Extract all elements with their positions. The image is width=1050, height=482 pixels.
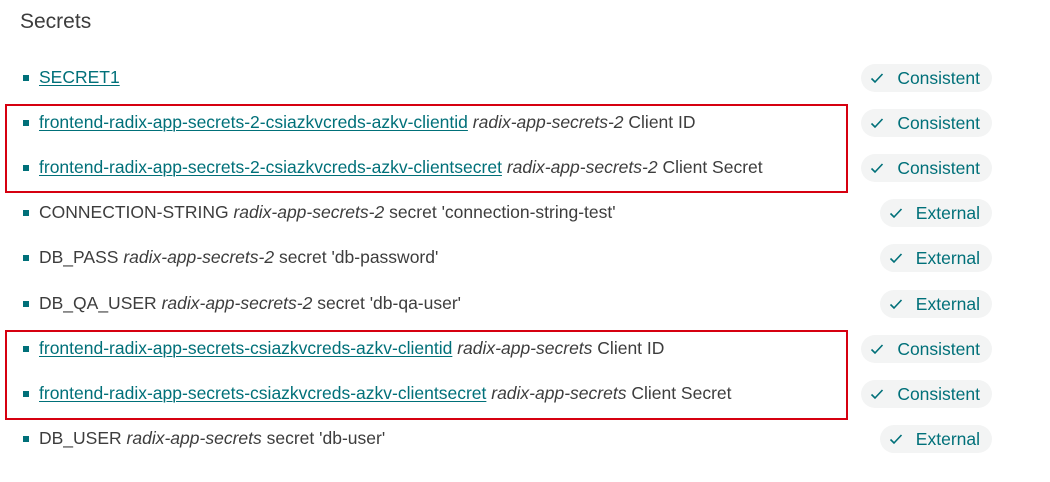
bullet-icon xyxy=(23,210,29,216)
secret-type: secret 'db-qa-user' xyxy=(317,293,462,313)
status-label: External xyxy=(915,202,980,223)
bullet-icon xyxy=(23,301,29,307)
check-icon xyxy=(871,73,884,84)
bullet-icon xyxy=(23,346,29,352)
secrets-title: Secrets xyxy=(20,10,92,33)
status-label: External xyxy=(915,293,980,314)
check-icon xyxy=(889,208,902,219)
secret-link[interactable]: frontend-radix-app-secrets-2-csiazkvcred… xyxy=(39,157,502,177)
secret-link[interactable]: SECRET1 xyxy=(39,67,120,87)
bullet-icon xyxy=(23,165,29,171)
secret-type: secret 'db-password' xyxy=(278,247,439,267)
bullet-icon xyxy=(23,75,29,81)
status-badge: External xyxy=(879,244,992,272)
check-icon xyxy=(871,389,884,400)
secret-link[interactable]: frontend-radix-app-secrets-2-csiazkvcred… xyxy=(39,112,468,132)
secret-source: radix-app-secrets-2 xyxy=(161,293,313,313)
status-badge: Consistent xyxy=(861,335,992,363)
secret-row: SECRET1 Consistent xyxy=(0,61,1050,95)
status-label: External xyxy=(915,247,980,268)
status-badge: Consistent xyxy=(861,380,992,408)
secret-link[interactable]: frontend-radix-app-secrets-csiazkvcreds-… xyxy=(39,383,486,403)
status-label: Consistent xyxy=(897,383,980,404)
status-label: Consistent xyxy=(897,67,980,88)
check-icon xyxy=(871,344,884,355)
secret-row: DB_QA_USER radix-app-secrets-2 secret 'd… xyxy=(0,287,1050,321)
secret-row: DB_PASS radix-app-secrets-2 secret 'db-p… xyxy=(0,241,1050,275)
status-badge: Consistent xyxy=(861,64,992,92)
secret-source: radix-app-secrets-2 xyxy=(123,247,275,267)
status-label: Consistent xyxy=(897,338,980,359)
secret-name: DB_QA_USER xyxy=(39,293,157,313)
check-icon xyxy=(871,163,884,174)
secret-name: DB_USER xyxy=(39,428,122,448)
secret-row: frontend-radix-app-secrets-csiazkvcreds-… xyxy=(0,332,1050,366)
secret-source: radix-app-secrets xyxy=(491,383,627,403)
secret-source: radix-app-secrets xyxy=(457,338,593,358)
bullet-icon xyxy=(23,120,29,126)
status-badge: Consistent xyxy=(861,154,992,182)
status-label: External xyxy=(915,428,980,449)
secret-type: secret 'db-user' xyxy=(266,428,386,448)
secret-source: radix-app-secrets xyxy=(126,428,262,448)
secret-row: frontend-radix-app-secrets-2-csiazkvcred… xyxy=(0,151,1050,185)
secret-source: radix-app-secrets-2 xyxy=(233,202,385,222)
check-icon xyxy=(889,253,902,264)
bullet-icon xyxy=(23,391,29,397)
status-badge: External xyxy=(879,425,992,453)
bullet-icon xyxy=(23,436,29,442)
secret-link[interactable]: frontend-radix-app-secrets-csiazkvcreds-… xyxy=(39,338,452,358)
secret-type: secret 'connection-string-test' xyxy=(389,202,616,222)
status-badge: Consistent xyxy=(861,109,992,137)
status-badge: External xyxy=(879,290,992,318)
bullet-icon xyxy=(23,255,29,261)
secret-source: radix-app-secrets-2 xyxy=(472,112,624,132)
status-badge: External xyxy=(879,199,992,227)
secret-source: radix-app-secrets-2 xyxy=(506,157,658,177)
secret-type: Client ID xyxy=(628,112,696,132)
secret-row: frontend-radix-app-secrets-csiazkvcreds-… xyxy=(0,377,1050,411)
secret-row: frontend-radix-app-secrets-2-csiazkvcred… xyxy=(0,106,1050,140)
check-icon xyxy=(871,118,884,129)
secret-name: CONNECTION-STRING xyxy=(39,202,229,222)
status-label: Consistent xyxy=(897,112,980,133)
secret-row: DB_USER radix-app-secrets secret 'db-use… xyxy=(0,422,1050,456)
status-label: Consistent xyxy=(897,157,980,178)
secret-type: Client Secret xyxy=(662,157,763,177)
check-icon xyxy=(889,434,902,445)
secret-name: DB_PASS xyxy=(39,247,119,267)
secret-type: Client Secret xyxy=(631,383,732,403)
check-icon xyxy=(889,299,902,310)
secret-row: CONNECTION-STRING radix-app-secrets-2 se… xyxy=(0,196,1050,230)
secret-type: Client ID xyxy=(597,338,665,358)
